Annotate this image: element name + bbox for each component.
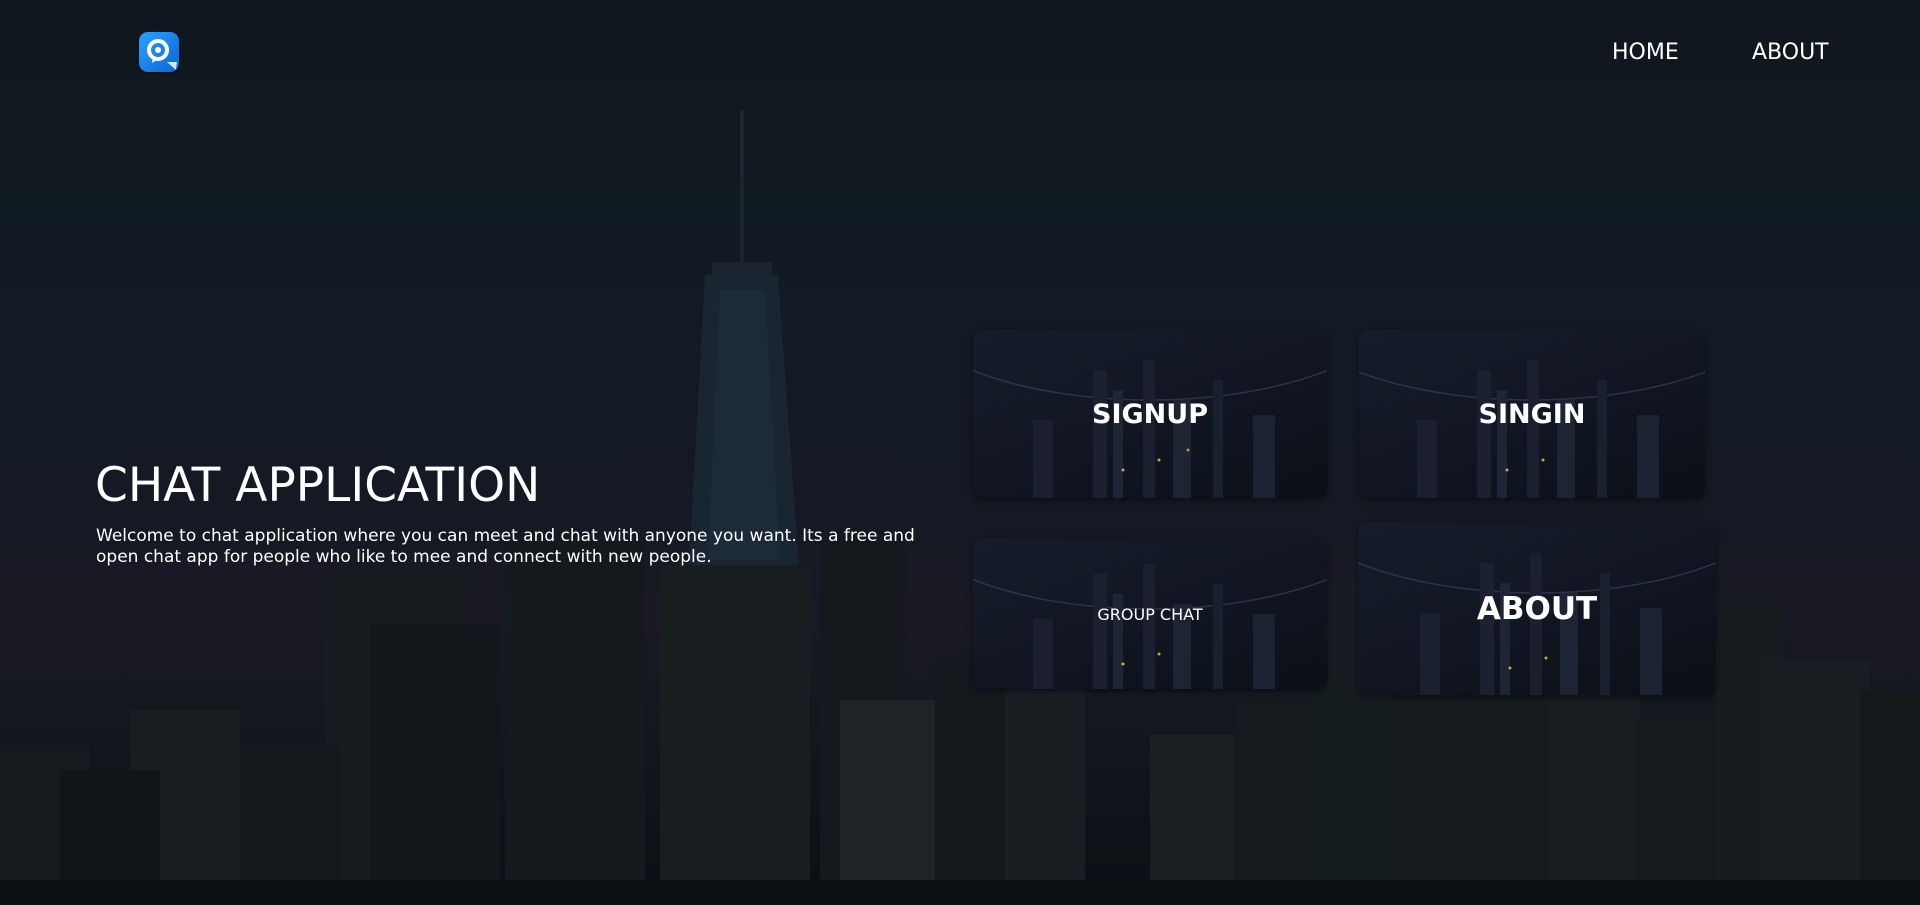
chat-location-pin-icon <box>147 39 177 70</box>
nav-home-link[interactable]: HOME <box>1612 40 1679 65</box>
app-logo-icon[interactable] <box>139 32 179 72</box>
signup-card-button[interactable]: SIGNUP <box>973 330 1327 498</box>
hero-title: CHAT APPLICATION <box>95 458 541 513</box>
signin-label: SINGIN <box>1478 398 1586 430</box>
about-label: ABOUT <box>1476 591 1598 627</box>
hero-description: Welcome to chat application where you ca… <box>96 526 915 567</box>
landing-page: HOME ABOUT CHAT APPLICATION Welcome to c… <box>0 0 1920 905</box>
group-chat-label: GROUP CHAT <box>1097 604 1203 624</box>
nav-about-link[interactable]: ABOUT <box>1752 40 1829 65</box>
signin-card-button[interactable]: SINGIN <box>1359 330 1705 498</box>
signup-label: SIGNUP <box>1092 398 1208 430</box>
about-card-button[interactable]: ABOUT <box>1358 523 1716 695</box>
group-chat-card-button[interactable]: GROUP CHAT <box>973 539 1327 689</box>
